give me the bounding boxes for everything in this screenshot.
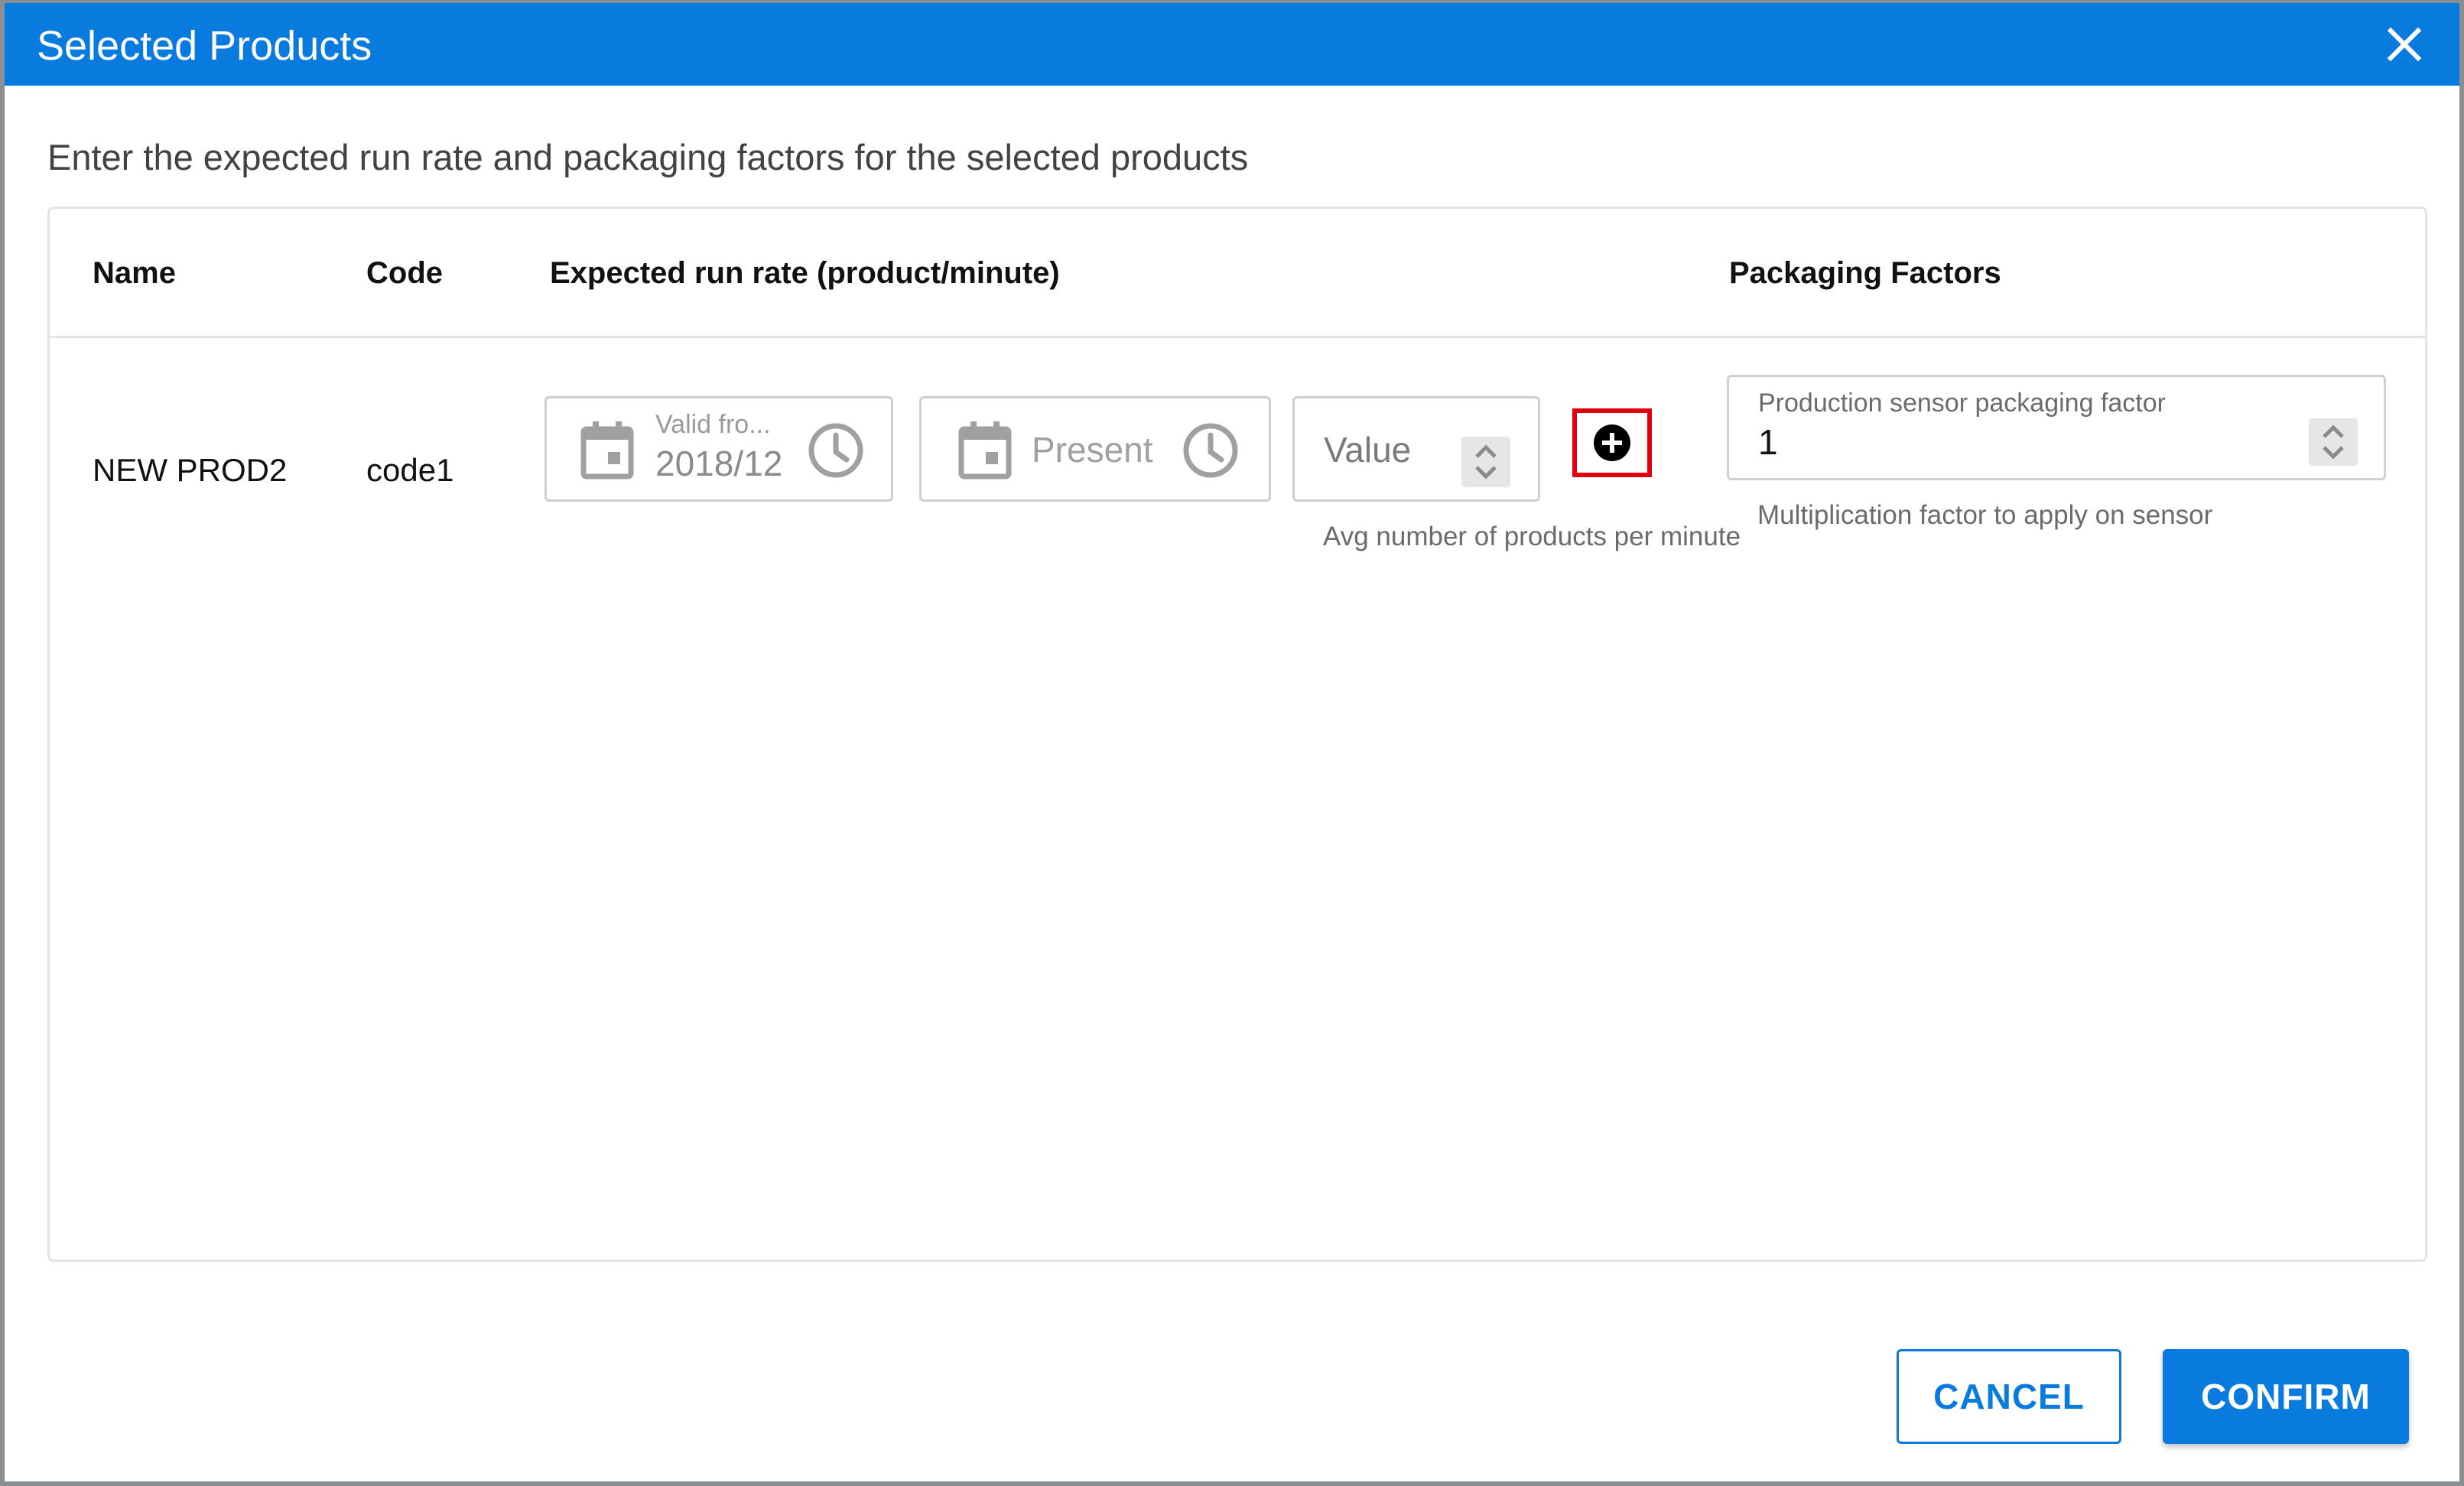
valid-to-field[interactable]: Present — [919, 396, 1271, 502]
calendar-icon — [580, 421, 634, 480]
clock-icon[interactable] — [1182, 421, 1240, 480]
product-code-cell: code1 — [366, 452, 454, 488]
valid-from-field[interactable]: Valid fro... 2018/12 — [544, 396, 893, 502]
screen-background: Selected Products Enter the expected run… — [0, 0, 2464, 1486]
confirm-button[interactable]: CONFIRM — [2163, 1349, 2409, 1444]
packaging-factor-value: 1 — [1758, 422, 1778, 462]
selected-products-dialog: Selected Products Enter the expected run… — [5, 3, 2459, 1481]
products-table: Name Code Expected run rate (product/min… — [47, 206, 2427, 1262]
dialog-titlebar: Selected Products — [5, 3, 2459, 86]
stepper-icon[interactable] — [2309, 418, 2358, 466]
close-icon — [2387, 27, 2422, 62]
packaging-factor-field[interactable]: Production sensor packaging factor 1 — [1727, 375, 2386, 480]
stepper-icon[interactable] — [1461, 437, 1510, 487]
column-header-packaging-factors: Packaging Factors — [1729, 256, 2001, 290]
table-header-divider — [50, 336, 2425, 338]
dialog-subtitle: Enter the expected run rate and packagin… — [47, 137, 1249, 177]
column-header-run-rate: Expected run rate (product/minute) — [550, 256, 1060, 290]
cancel-button[interactable]: CANCEL — [1897, 1349, 2121, 1444]
clock-icon[interactable] — [807, 421, 865, 480]
run-rate-helper-text: Avg number of products per minute — [1323, 522, 1741, 551]
add-circle-icon — [1594, 424, 1630, 461]
close-button[interactable] — [2384, 24, 2424, 64]
packaging-factor-helper-text: Multiplication factor to apply on sensor — [1757, 500, 2213, 530]
dialog-title: Selected Products — [37, 23, 372, 69]
packaging-factor-label: Production sensor packaging factor — [1758, 389, 2166, 418]
run-rate-input[interactable]: Value — [1292, 396, 1540, 502]
valid-to-placeholder: Present — [1032, 430, 1153, 470]
run-rate-placeholder: Value — [1324, 430, 1412, 470]
column-header-code: Code — [366, 256, 443, 290]
valid-from-label: Valid fro... — [655, 410, 771, 439]
add-run-rate-button[interactable] — [1572, 408, 1652, 477]
column-header-name: Name — [93, 256, 176, 290]
product-name-cell: NEW PROD2 — [93, 452, 288, 488]
valid-from-value: 2018/12 — [655, 444, 783, 483]
calendar-icon — [958, 421, 1012, 480]
